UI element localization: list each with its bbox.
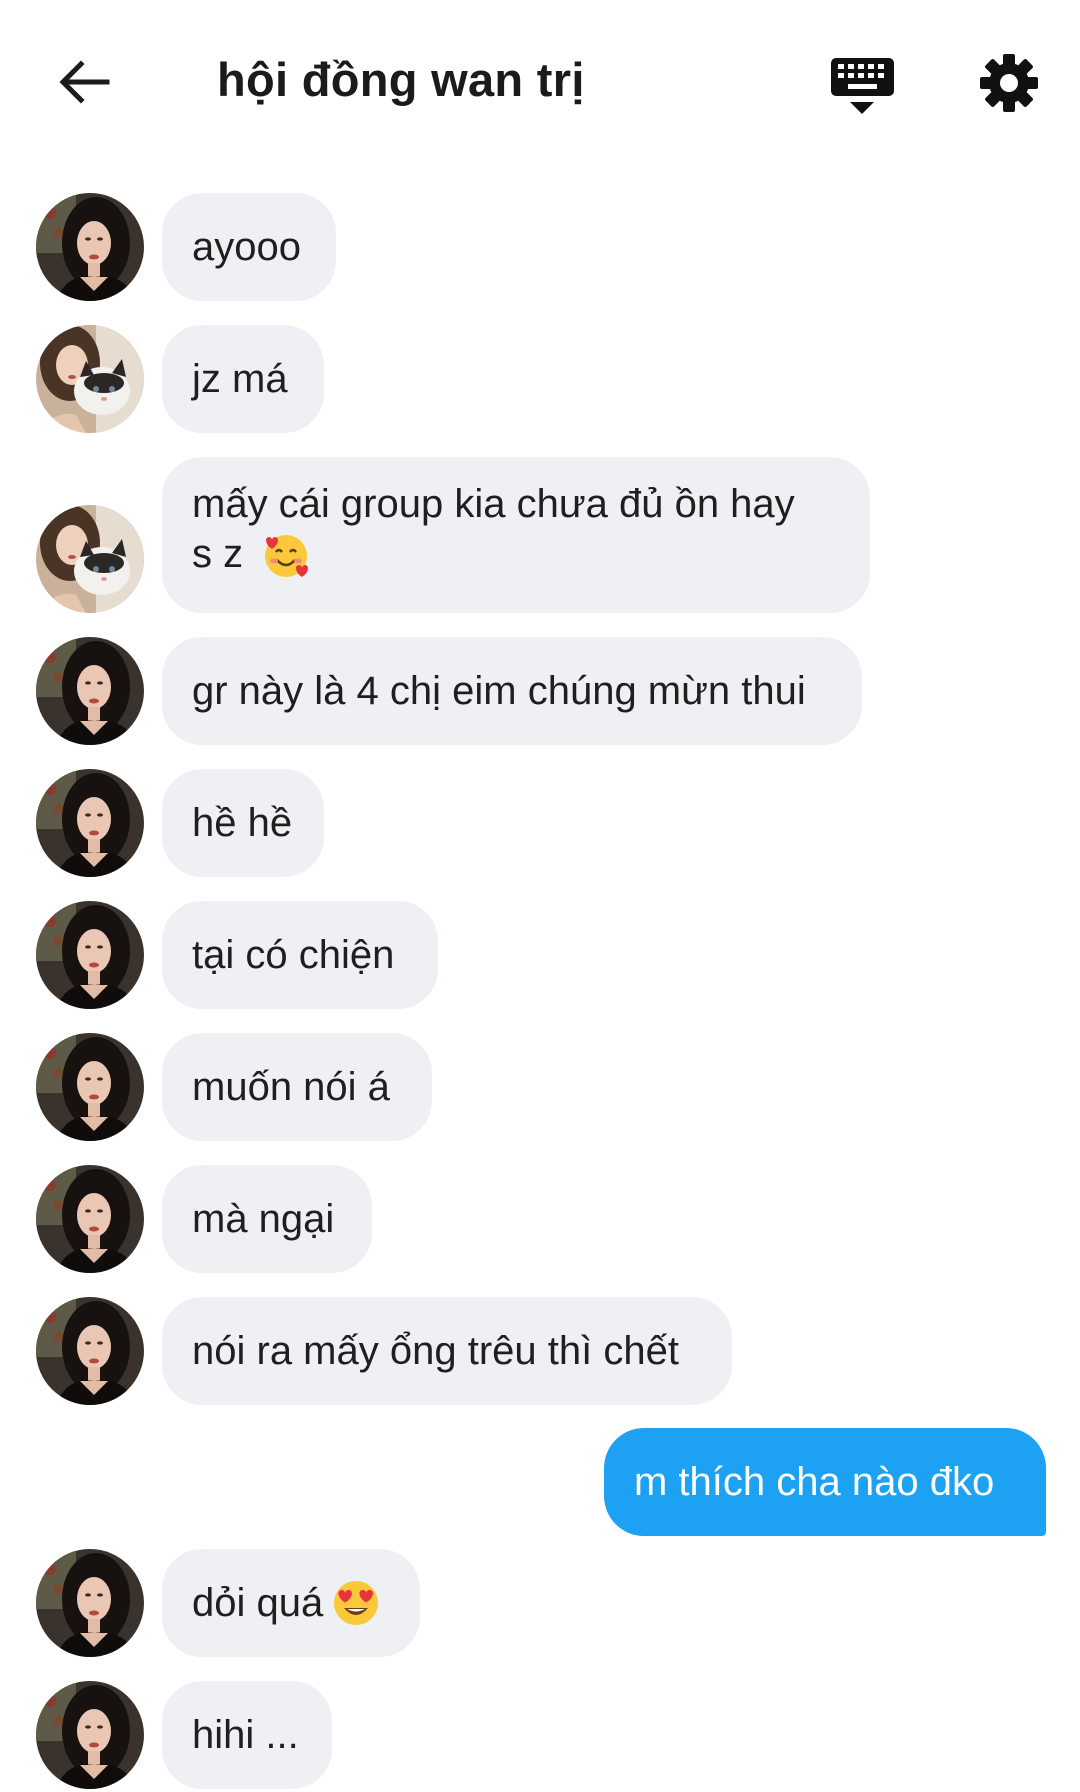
message-text: ayooo: [192, 225, 301, 269]
message-text-line: mấy cái group kia chưa đủ ồn hay: [192, 482, 795, 526]
message-text: m thích cha nào đko: [634, 1460, 995, 1504]
arrow-left-icon: [59, 60, 110, 104]
message-text: muốn nói á: [192, 1065, 390, 1109]
message-text: dỏi quá: [192, 1581, 324, 1625]
chat-title: hội đồng wan trị: [217, 53, 585, 106]
avatar[interactable]: [36, 901, 144, 1009]
avatar[interactable]: [36, 1165, 144, 1273]
avatar[interactable]: [36, 1681, 144, 1789]
avatar[interactable]: [36, 769, 144, 877]
gear-icon: [980, 54, 1038, 112]
message-text: mà ngại: [192, 1197, 335, 1241]
message-bubble[interactable]: jz má: [162, 325, 324, 433]
avatar[interactable]: [36, 193, 144, 301]
avatar[interactable]: [36, 1549, 144, 1657]
message-bubble[interactable]: mà ngại: [162, 1165, 372, 1273]
message-bubble[interactable]: mấy cái group kia chưa đủ ồn hay s z: [162, 457, 870, 613]
avatar[interactable]: [36, 505, 144, 613]
smiling-face-with-hearts-emoji: [265, 535, 309, 578]
message-text: nói ra mấy ổng trêu thì chết: [192, 1329, 679, 1373]
avatar[interactable]: [36, 1033, 144, 1141]
message-text: tại có chiện: [192, 933, 395, 977]
message-bubble[interactable]: hề hề: [162, 769, 324, 877]
back-button[interactable]: [55, 52, 115, 112]
message-bubble[interactable]: gr này là 4 chị eim chúng mừn thui: [162, 637, 862, 745]
outgoing-message-bubble[interactable]: m thích cha nào đko: [604, 1428, 1046, 1536]
message-text: gr này là 4 chị eim chúng mừn thui: [192, 669, 806, 713]
keyboard-hide-icon: [831, 58, 894, 114]
message-text: s z: [192, 532, 244, 576]
avatar[interactable]: [36, 1297, 144, 1405]
message-text: hề hề: [192, 801, 293, 845]
message-bubble[interactable]: nói ra mấy ổng trêu thì chết: [162, 1297, 732, 1405]
message-bubble[interactable]: tại có chiện: [162, 901, 438, 1009]
avatar[interactable]: [36, 325, 144, 433]
message-text: jz má: [192, 357, 288, 401]
avatar[interactable]: [36, 637, 144, 745]
message-bubble[interactable]: dỏi quá: [162, 1549, 420, 1657]
message-bubble[interactable]: muốn nói á: [162, 1033, 432, 1141]
message-bubble[interactable]: ayooo: [162, 193, 336, 301]
message-text-line: s z: [192, 529, 840, 580]
heart-eyes-emoji: [334, 1581, 379, 1625]
message-text: hihi ...: [192, 1713, 299, 1757]
chat-header: hội đồng wan trị: [0, 0, 1080, 170]
keyboard-toggle-button[interactable]: [830, 54, 895, 119]
settings-button[interactable]: [978, 52, 1040, 114]
message-bubble[interactable]: hihi ...: [162, 1681, 332, 1789]
